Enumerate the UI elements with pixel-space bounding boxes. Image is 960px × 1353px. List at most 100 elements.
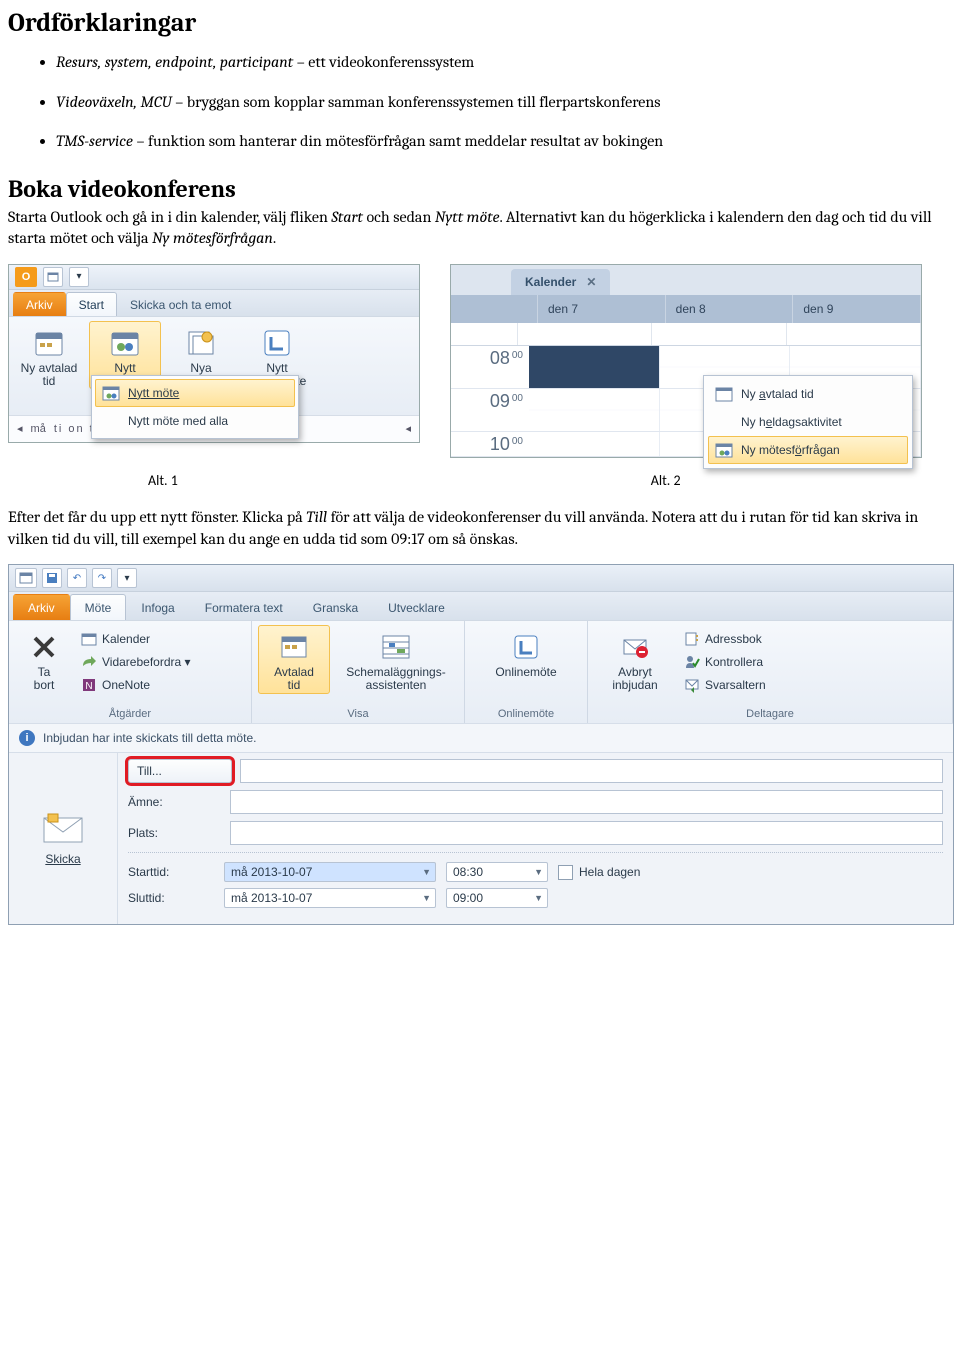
onenote-icon: N [81, 677, 97, 693]
ctx-new-allday[interactable]: Ny heldagsaktivitet [708, 408, 908, 436]
day-label[interactable]: må [31, 423, 46, 435]
location-field[interactable] [230, 821, 943, 845]
heading-boka: Boka videokonferens [8, 175, 952, 203]
prev-arrow-icon[interactable]: ◂ [17, 422, 23, 435]
day-header[interactable]: den 7 [538, 295, 666, 323]
tab-meeting[interactable]: Möte [70, 594, 127, 620]
tab-start[interactable]: Start [66, 292, 117, 316]
send-button[interactable]: Skicka [45, 852, 80, 866]
caption-alt1: Alt. 1 [8, 472, 411, 489]
info-bar: i Inbjudan har inte skickats till detta … [9, 723, 953, 752]
time-label: 0900 [451, 389, 529, 431]
app-icon[interactable] [15, 568, 37, 588]
address-book-icon [684, 631, 700, 647]
check-names-button[interactable]: Kontrollera [682, 652, 768, 672]
new-appointment-button[interactable]: Ny avtaladtid [13, 321, 85, 413]
delete-button[interactable]: Tabort [15, 625, 73, 693]
button-label: OneNote [102, 678, 150, 692]
calendar-tabbar: Kalender ✕ [451, 265, 921, 295]
time-slot[interactable] [529, 389, 660, 431]
button-label: Avbrytinbjudan [612, 666, 657, 692]
term: Resurs, system, endpoint, participant [56, 53, 293, 71]
starttime-label: Starttid: [128, 865, 214, 879]
meeting-form: Skicka Till... Ämne: Plats: Starttid: [9, 752, 953, 924]
definition: – bryggan som kopplar samman konferenssy… [172, 93, 661, 111]
send-icon [40, 812, 86, 846]
response-options-button[interactable]: Svarsaltern [682, 675, 768, 695]
onenote-button[interactable]: N OneNote [79, 675, 193, 695]
calendar-people-icon [102, 384, 120, 402]
appointment-button[interactable]: Avtaladtid [258, 625, 330, 693]
start-date-combo[interactable]: må 2013-10-07▼ [224, 862, 436, 882]
calendar-tab[interactable]: Kalender ✕ [511, 269, 610, 295]
info-icon: i [19, 730, 35, 746]
tab-label: Kalender [525, 275, 576, 289]
calendar-icon [32, 326, 66, 360]
menu-new-meeting[interactable]: Nytt möte [95, 379, 295, 407]
day-header[interactable]: den 8 [666, 295, 794, 323]
qat-dropdown[interactable]: ▾ [69, 267, 89, 287]
cancel-invite-icon [618, 630, 652, 664]
ribbon: Ny avtaladtid Nyttmöte ▾ [9, 316, 419, 415]
group-online-meeting: Onlinemöte Onlinemöte [465, 621, 588, 723]
combo-value: 09:00 [453, 891, 483, 905]
end-time-combo[interactable]: 09:00▼ [446, 888, 548, 908]
tab-file[interactable]: Arkiv [13, 292, 66, 316]
tab-send-receive[interactable]: Skicka och ta emot [117, 292, 244, 316]
start-time-combo[interactable]: 08:30▼ [446, 862, 548, 882]
group-attendees: Avbrytinbjudan Adressbok Kontrollera [588, 621, 953, 723]
outlook-ribbon-screenshot: O ▾ Arkiv Start Skicka och ta emot Ny av… [8, 264, 420, 443]
allday-row[interactable] [451, 323, 921, 346]
tab-format-text[interactable]: Formatera text [190, 594, 298, 620]
qat-more[interactable]: ▾ [117, 568, 137, 588]
next-arrow-icon[interactable]: ◂ [405, 422, 411, 435]
calendar-button[interactable]: Kalender [79, 629, 193, 649]
time-slot-selected[interactable] [529, 346, 660, 388]
to-field[interactable] [240, 759, 943, 783]
location-label: Plats: [128, 822, 222, 844]
address-book-button[interactable]: Adressbok [682, 629, 768, 649]
calendar-icon [81, 631, 97, 647]
day-header[interactable]: den 9 [793, 295, 921, 323]
response-options-icon [684, 677, 700, 693]
menu-new-meeting-all[interactable]: Nytt möte med alla [95, 407, 295, 435]
save-icon[interactable] [42, 568, 62, 588]
tab-review[interactable]: Granska [298, 594, 373, 620]
scheduling-assistant-button[interactable]: Schemaläggnings-assistenten [336, 625, 456, 693]
subject-field[interactable] [230, 790, 943, 814]
endtime-label: Sluttid: [128, 891, 214, 905]
tab-insert[interactable]: Infoga [126, 594, 189, 620]
qat-button[interactable] [43, 267, 63, 287]
divider [128, 852, 943, 854]
ctx-new-meeting-request[interactable]: Ny mötesförfrågan [708, 436, 908, 464]
tab-developer[interactable]: Utvecklare [373, 594, 460, 620]
combo-value: må 2013-10-07 [231, 891, 312, 905]
new-items-icon [184, 326, 218, 360]
button-label: Tabort [34, 666, 55, 692]
end-date-combo[interactable]: må 2013-10-07▼ [224, 888, 436, 908]
combo-value: 08:30 [453, 865, 483, 879]
undo-icon[interactable]: ↶ [67, 568, 87, 588]
subject-label: Ämne: [128, 791, 222, 813]
ctx-new-appointment[interactable]: Ny avtalad tid [708, 380, 908, 408]
close-icon[interactable]: ✕ [586, 275, 596, 289]
calendar-grid-screenshot: Kalender ✕ den 7 den 8 den 9 0800 0900 [450, 264, 922, 458]
tab-file[interactable]: Arkiv [13, 594, 70, 620]
menu-item-label: Nytt möte med alla [128, 414, 228, 428]
time-slot[interactable] [529, 432, 660, 456]
term: TMS-service [56, 132, 133, 150]
calendar-people-icon [715, 441, 733, 459]
redo-icon[interactable]: ↷ [92, 568, 112, 588]
info-text: Inbjudan har inte skickats till detta mö… [43, 731, 256, 745]
quick-access-toolbar: O ▾ [9, 265, 419, 290]
button-label: Kalender [102, 632, 150, 646]
group-title: Åtgärder [15, 706, 245, 723]
online-meeting-button[interactable]: Onlinemöte [480, 625, 572, 680]
outlook-icon[interactable]: O [15, 267, 37, 287]
to-button[interactable]: Till... [128, 759, 232, 783]
definition-item: Videoväxeln, MCU – bryggan som kopplar s… [56, 92, 952, 114]
new-meeting-menu: Nytt möte Nytt möte med alla [91, 375, 299, 439]
cancel-invitation-button[interactable]: Avbrytinbjudan [594, 625, 676, 693]
allday-checkbox[interactable]: Hela dagen [558, 865, 640, 880]
forward-button[interactable]: Vidarebefordra ▾ [79, 652, 193, 672]
